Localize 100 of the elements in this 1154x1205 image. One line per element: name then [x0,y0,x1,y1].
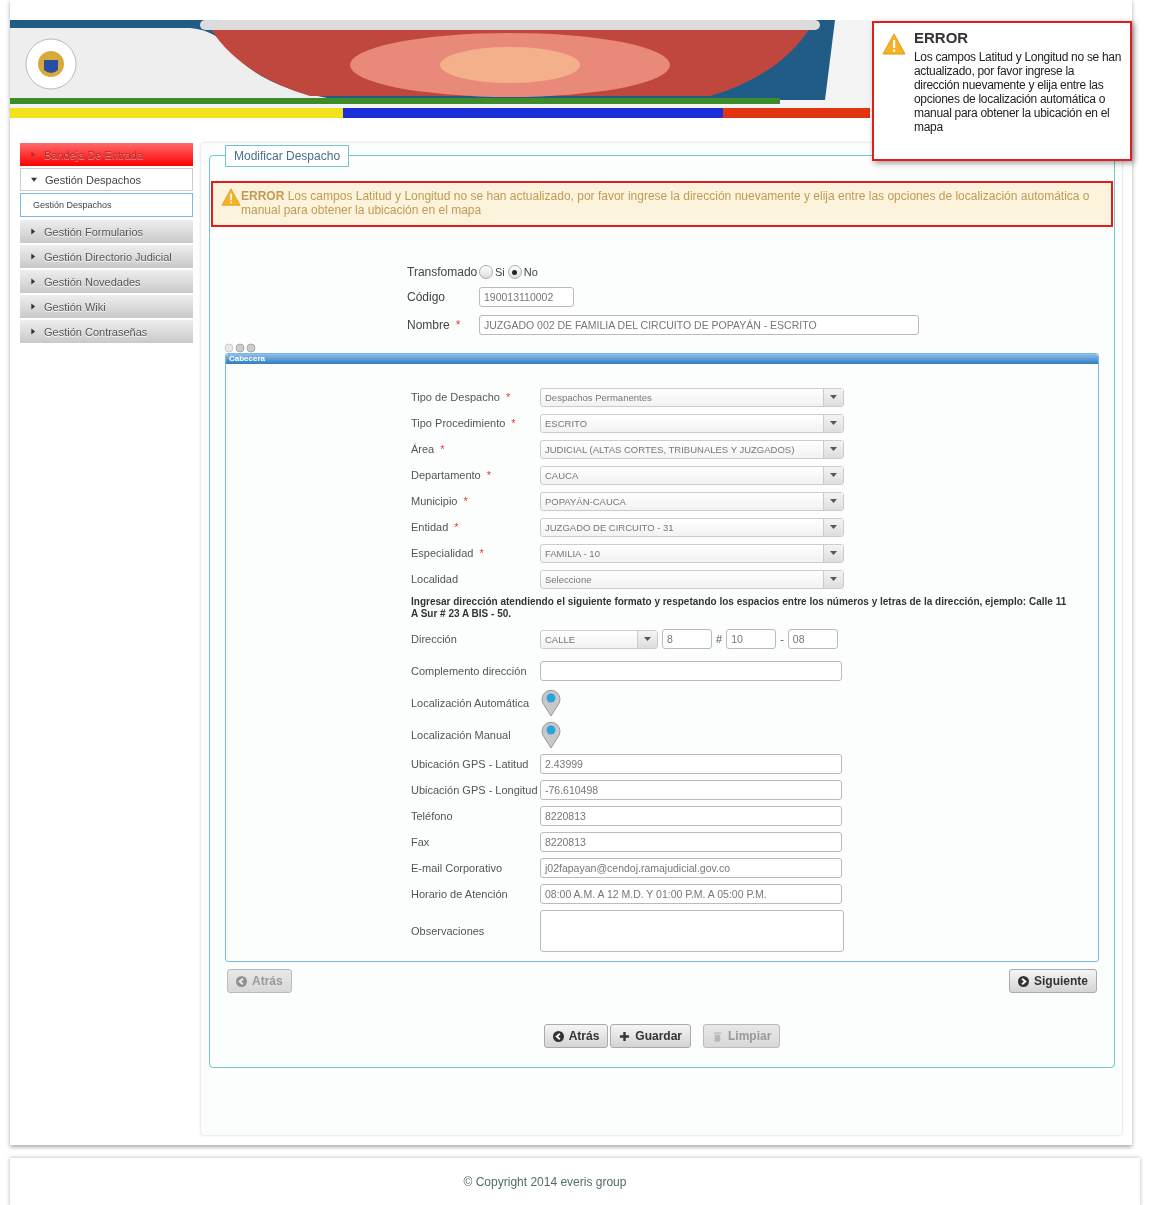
field-label: Complemento dirección [411,664,527,677]
alert-message: ERROR Los campos Latitud y Longitud no se han actualizado, por favor ingrese la dirección nuevamente y elija entre las opciones de localización automática o manual para obtener la ubicación en el mapa [241,189,1090,217]
dropdown[interactable]: JUZGADO DE CIRCUITO - 31 [540,517,844,537]
dropdown[interactable]: ESCRITO [540,413,844,433]
sidebar-item[interactable]: Gestión Novedades [20,270,193,293]
field-label: E-mail Corporativo [411,862,503,874]
caret-down-icon [644,637,651,641]
radio-label: Si [495,266,505,278]
radio-button[interactable] [479,265,493,279]
sidebar-item[interactable]: Gestión Formularios [20,220,193,243]
input-field[interactable]: 8220813 [540,806,842,826]
popup-title: ERROR [914,29,970,46]
address-instructions: Ingresar dirección atendiendo el siguiente formato y respetando los espacios entre los números y letras de la dirección, ejemplo: Calle 11 A Sur # 23 A BIS - 50. [411,596,1068,620]
required-mark: * [463,495,468,507]
caret-down-icon [830,525,837,529]
dash-symbol: - [780,633,784,645]
field-label: Ubicación GPS - Longitud [411,784,538,796]
dropdown[interactable]: POPAYÁN-CAUCA [540,491,844,511]
dropdown[interactable]: JUDICIAL (ALTAS CORTES, TRIBUNALES Y JUZGADOS) [540,439,844,459]
field-label: Tipo de Despacho [411,391,500,403]
caret-down-icon [830,421,837,425]
caret-down-icon [31,176,37,183]
caret-right-icon [30,151,36,158]
sidebar-item[interactable]: Gestión Wiki [20,295,193,318]
sidebar-item[interactable]: Gestión Despachos [20,168,193,191]
map-pin-icon[interactable] [540,721,562,749]
back-arrow-icon [236,975,247,987]
input-field[interactable]: 8220813 [540,832,842,852]
copyright-text: © Copyright 2014 everis group [463,1175,627,1191]
field-label: Transfomado [407,265,479,279]
field-label: Entidad [411,521,449,533]
dropdown[interactable]: Seleccione [540,569,844,589]
button[interactable]: Siguiente [1009,969,1097,993]
back-arrow-icon [552,1030,564,1042]
hash-symbol: # [716,633,723,645]
field-label: Municipio [411,495,458,507]
required-mark: * [505,391,511,403]
caret-right-icon [30,228,36,235]
input-field[interactable]: 10 [726,629,777,649]
warning-icon [882,33,906,55]
field-label: Fax [411,836,430,848]
caret-down-icon [830,473,837,477]
radio-button[interactable] [507,265,522,279]
input-field[interactable]: 8 [662,629,712,649]
required-mark: * [455,318,461,332]
input-field[interactable]: 08 [787,629,838,649]
input-field[interactable]: j02fapayan@cendoj.ramajudicial.gov.co [540,858,842,878]
caret-down-icon [830,551,837,555]
section-header: Cabecera [226,354,1098,364]
form-legend: Modificar Despacho [225,145,350,167]
field-label: Tipo Procedimiento [411,417,506,429]
step-dots-icon [224,343,258,353]
dropdown[interactable]: Despachos Permanentes [540,387,844,407]
input-field[interactable]: 2.43999 [540,754,842,774]
field-label: Especialidad [411,547,474,559]
sidebar-subitem[interactable]: Gestión Despachos [20,193,193,217]
caret-right-icon [30,328,36,335]
input-field[interactable]: JUZGADO 002 DE FAMILIA DEL CIRCUITO DE POPAYÁN - ESCRITO [479,315,919,335]
radio-label: No [523,266,538,278]
required-mark: * [479,547,484,559]
caret-down-icon [830,447,837,451]
dropdown[interactable]: CALLE [540,629,658,649]
input-field[interactable] [540,660,842,681]
caret-right-icon [30,303,36,310]
required-mark: * [454,521,459,533]
field-label: Horario de Atención [411,888,508,900]
field-label: Localización Manual [411,729,511,741]
field-label: Localidad [411,573,459,585]
field-label: Área [411,443,435,455]
text-area[interactable] [540,910,844,952]
input-field[interactable]: -76.610498 [540,780,842,800]
field-label: Ubicación GPS - Latitud [411,758,529,770]
dropdown[interactable]: CAUCA [540,465,844,485]
required-mark: * [486,469,491,481]
sidebar-item[interactable]: Gestión Directorio Judicial [20,245,193,268]
trash-icon [712,1030,723,1042]
caret-right-icon [30,278,36,285]
required-mark: * [440,443,445,455]
field-label: Observaciones [411,925,485,937]
plus-icon [619,1030,631,1042]
warning-icon [221,188,241,206]
input-field[interactable]: 190013110002 [479,287,574,307]
caret-down-icon [830,499,837,503]
required-mark: * [511,417,516,429]
field-label: Localización Automática [411,697,529,709]
field-label: Teléfono [411,810,453,822]
button[interactable]: Guardar [610,1024,691,1048]
caret-right-icon [30,253,36,260]
field-label: Nombre [407,318,450,332]
popup-message: Los campos Latitud y Longitud no se han actualizado, por favor ingrese la dirección nuevamente y elija entre las opciones de localización automática o manual para obtener la ubicación en el mapa [914,50,1122,134]
field-label: Código [407,290,447,304]
field-label: Dirección [411,633,457,645]
caret-down-icon [830,395,837,399]
field-label: Departamento [411,469,481,481]
sidebar-item[interactable]: Gestión Contraseñas [20,320,193,343]
button[interactable]: Atrás [543,1024,609,1048]
input-field[interactable]: 08:00 A.M. A 12 M.D. Y 01:00 P.M. A 05:00 P.M. [540,884,842,904]
map-pin-icon[interactable] [540,689,562,717]
dropdown[interactable]: FAMILIA - 10 [540,543,844,563]
caret-down-icon [830,577,837,581]
